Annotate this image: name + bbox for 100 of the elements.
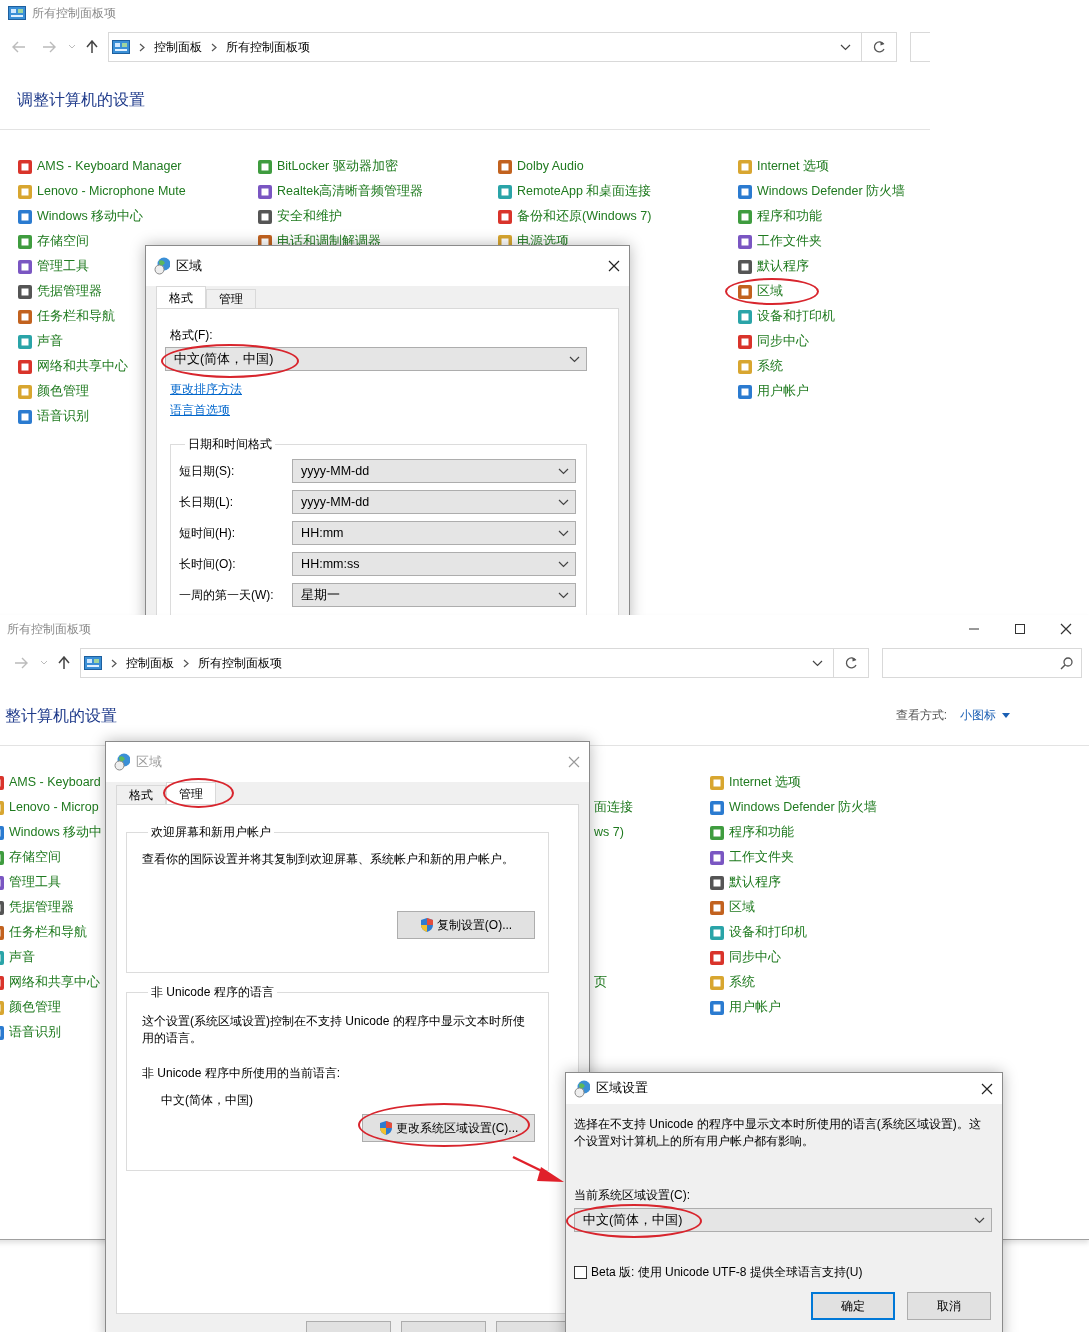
applet-link[interactable]: 语音识别 [0, 1024, 61, 1041]
applet-link[interactable]: 声音 [17, 333, 63, 350]
applet-link[interactable]: 同步中心 [737, 333, 809, 350]
breadcrumb-link[interactable]: 控制面板 [126, 654, 174, 672]
settings-button[interactable]: 复制设置(O)... [397, 911, 535, 939]
applet-link[interactable]: 凭据管理器 [17, 283, 102, 300]
address-bar[interactable]: 控制面板 所有控制面板项 [108, 32, 862, 62]
tab[interactable]: 格式 [156, 286, 206, 308]
refresh-button[interactable] [862, 32, 897, 62]
applet-icon [737, 308, 753, 325]
applet-link[interactable]: 存储空间 [17, 233, 89, 250]
applet-link[interactable]: 语音识别 [17, 408, 89, 425]
applet-link[interactable]: 工作文件夹 [709, 849, 794, 866]
dropdown[interactable]: HH:mm [292, 521, 576, 546]
applet-link[interactable]: 存储空间 [0, 849, 61, 866]
applet-link[interactable]: 管理工具 [17, 258, 89, 275]
forward-arrow-icon[interactable] [14, 657, 28, 669]
applet-link[interactable]: 系统 [709, 974, 755, 991]
tab[interactable]: 管理 [166, 782, 216, 804]
tab[interactable]: 格式 [116, 785, 166, 804]
search-field[interactable] [882, 648, 1082, 678]
close-icon[interactable] [608, 260, 620, 272]
applet-link[interactable]: Windows 移动中心 [17, 208, 144, 225]
applet-link[interactable]: 程序和功能 [737, 208, 822, 225]
back-arrow-icon[interactable] [12, 41, 26, 53]
dropdown[interactable]: 中文(简体，中国) [165, 347, 587, 372]
applet-link[interactable]: Dolby Audio [497, 158, 584, 175]
applet-link[interactable]: 颜色管理 [0, 999, 61, 1016]
dropdown[interactable]: HH:mm:ss [292, 552, 576, 577]
text-link[interactable]: 语言首选项 [170, 402, 230, 419]
applet-link[interactable]: 区域 [709, 899, 755, 916]
applet-link[interactable]: AMS - Keyboard [0, 774, 101, 791]
refresh-button[interactable] [834, 648, 869, 678]
dropdown[interactable]: yyyy-MM-dd [292, 490, 576, 515]
breadcrumb-link[interactable]: 控制面板 [154, 38, 202, 56]
breadcrumb-link[interactable]: 所有控制面板项 [198, 654, 282, 672]
window-title: 所有控制面板项 [7, 620, 91, 638]
applet-link[interactable]: Lenovo - Microp [0, 799, 99, 816]
applet-link[interactable]: 工作文件夹 [737, 233, 822, 250]
applet-icon [737, 283, 753, 300]
caret-icon[interactable] [40, 660, 48, 666]
applet-link[interactable]: 网络和共享中心 [17, 358, 128, 375]
chevron-icon [558, 590, 569, 601]
close-icon[interactable] [981, 1082, 993, 1095]
dropdown[interactable]: 星期一 [292, 583, 576, 608]
dropdown-icon[interactable] [840, 42, 851, 52]
applet-link[interactable]: Internet 选项 [709, 774, 801, 791]
dropdown[interactable]: yyyy-MM-dd [292, 459, 576, 484]
applet-link[interactable]: 备份和还原(Windows 7) [497, 208, 652, 225]
maximize-icon[interactable] [1014, 623, 1026, 635]
applet-link[interactable]: 默认程序 [709, 874, 781, 891]
applet-link[interactable]: 用户帐户 [709, 999, 781, 1016]
applet-link[interactable]: 系统 [737, 358, 783, 375]
applet-link[interactable]: 用户帐户 [737, 383, 809, 400]
close-icon[interactable] [1060, 623, 1072, 635]
dropdown[interactable]: 中文(简体，中国) [574, 1207, 992, 1232]
applet-link[interactable]: 程序和功能 [709, 824, 794, 841]
caret-icon[interactable] [68, 44, 76, 50]
applet-link[interactable]: 安全和维护 [257, 208, 342, 225]
text-link[interactable]: 更改排序方法 [170, 381, 242, 398]
applet-link[interactable]: 同步中心 [709, 949, 781, 966]
applet-icon [709, 899, 725, 916]
page-heading: 整计算机的设置 [5, 705, 117, 726]
breadcrumb-link[interactable]: 所有控制面板项 [226, 38, 310, 56]
applet-link[interactable]: AMS - Keyboard Manager [17, 158, 182, 175]
applet-link[interactable]: BitLocker 驱动器加密 [257, 158, 398, 175]
applet-link[interactable]: Internet 选项 [737, 158, 829, 175]
address-bar[interactable]: 控制面板 所有控制面板项 [80, 648, 834, 678]
applet-link[interactable]: 声音 [0, 949, 35, 966]
tab[interactable]: 管理 [206, 289, 256, 308]
applet-link[interactable]: 默认程序 [737, 258, 809, 275]
up-arrow-icon[interactable] [86, 40, 98, 54]
applet-link[interactable]: 凭据管理器 [0, 899, 74, 916]
applet-link[interactable]: 设备和打印机 [737, 308, 835, 325]
applet-link[interactable]: 管理工具 [0, 874, 61, 891]
applet-link[interactable]: Lenovo - Microphone Mute [17, 183, 186, 200]
applet-link[interactable]: 任务栏和导航 [0, 924, 87, 941]
globe-icon [114, 753, 130, 771]
checkbox[interactable] [574, 1265, 587, 1279]
applet-link[interactable]: 颜色管理 [17, 383, 89, 400]
settings-button[interactable]: 更改系统区域设置(C)... [362, 1113, 535, 1142]
applet-icon [17, 233, 33, 250]
applet-link[interactable]: 网络和共享中心 [0, 974, 100, 991]
applet-link[interactable]: 设备和打印机 [709, 924, 807, 941]
applet-link[interactable]: RemoteApp 和桌面连接 [497, 183, 652, 200]
applet-link[interactable]: Windows Defender 防火墙 [737, 183, 906, 200]
dialog-button[interactable]: 确定 [811, 1292, 895, 1321]
up-arrow-icon[interactable] [58, 656, 70, 670]
applet-link[interactable]: Windows Defender 防火墙 [709, 799, 878, 816]
dropdown-icon[interactable] [812, 658, 823, 668]
applet-link[interactable]: Realtek高清晰音频管理器 [257, 183, 424, 200]
dialog-button[interactable]: 取消 [907, 1292, 991, 1321]
forward-arrow-icon[interactable] [42, 41, 56, 53]
applet-link[interactable]: 任务栏和导航 [17, 308, 115, 325]
view-link[interactable]: 小图标 [960, 707, 1010, 724]
applet-link[interactable]: Windows 移动中 [0, 824, 103, 841]
chevron-icon [183, 658, 189, 668]
applet-icon [709, 849, 725, 866]
window-title: 所有控制面板项 [32, 4, 116, 22]
applet-link[interactable]: 区域 [737, 283, 783, 300]
